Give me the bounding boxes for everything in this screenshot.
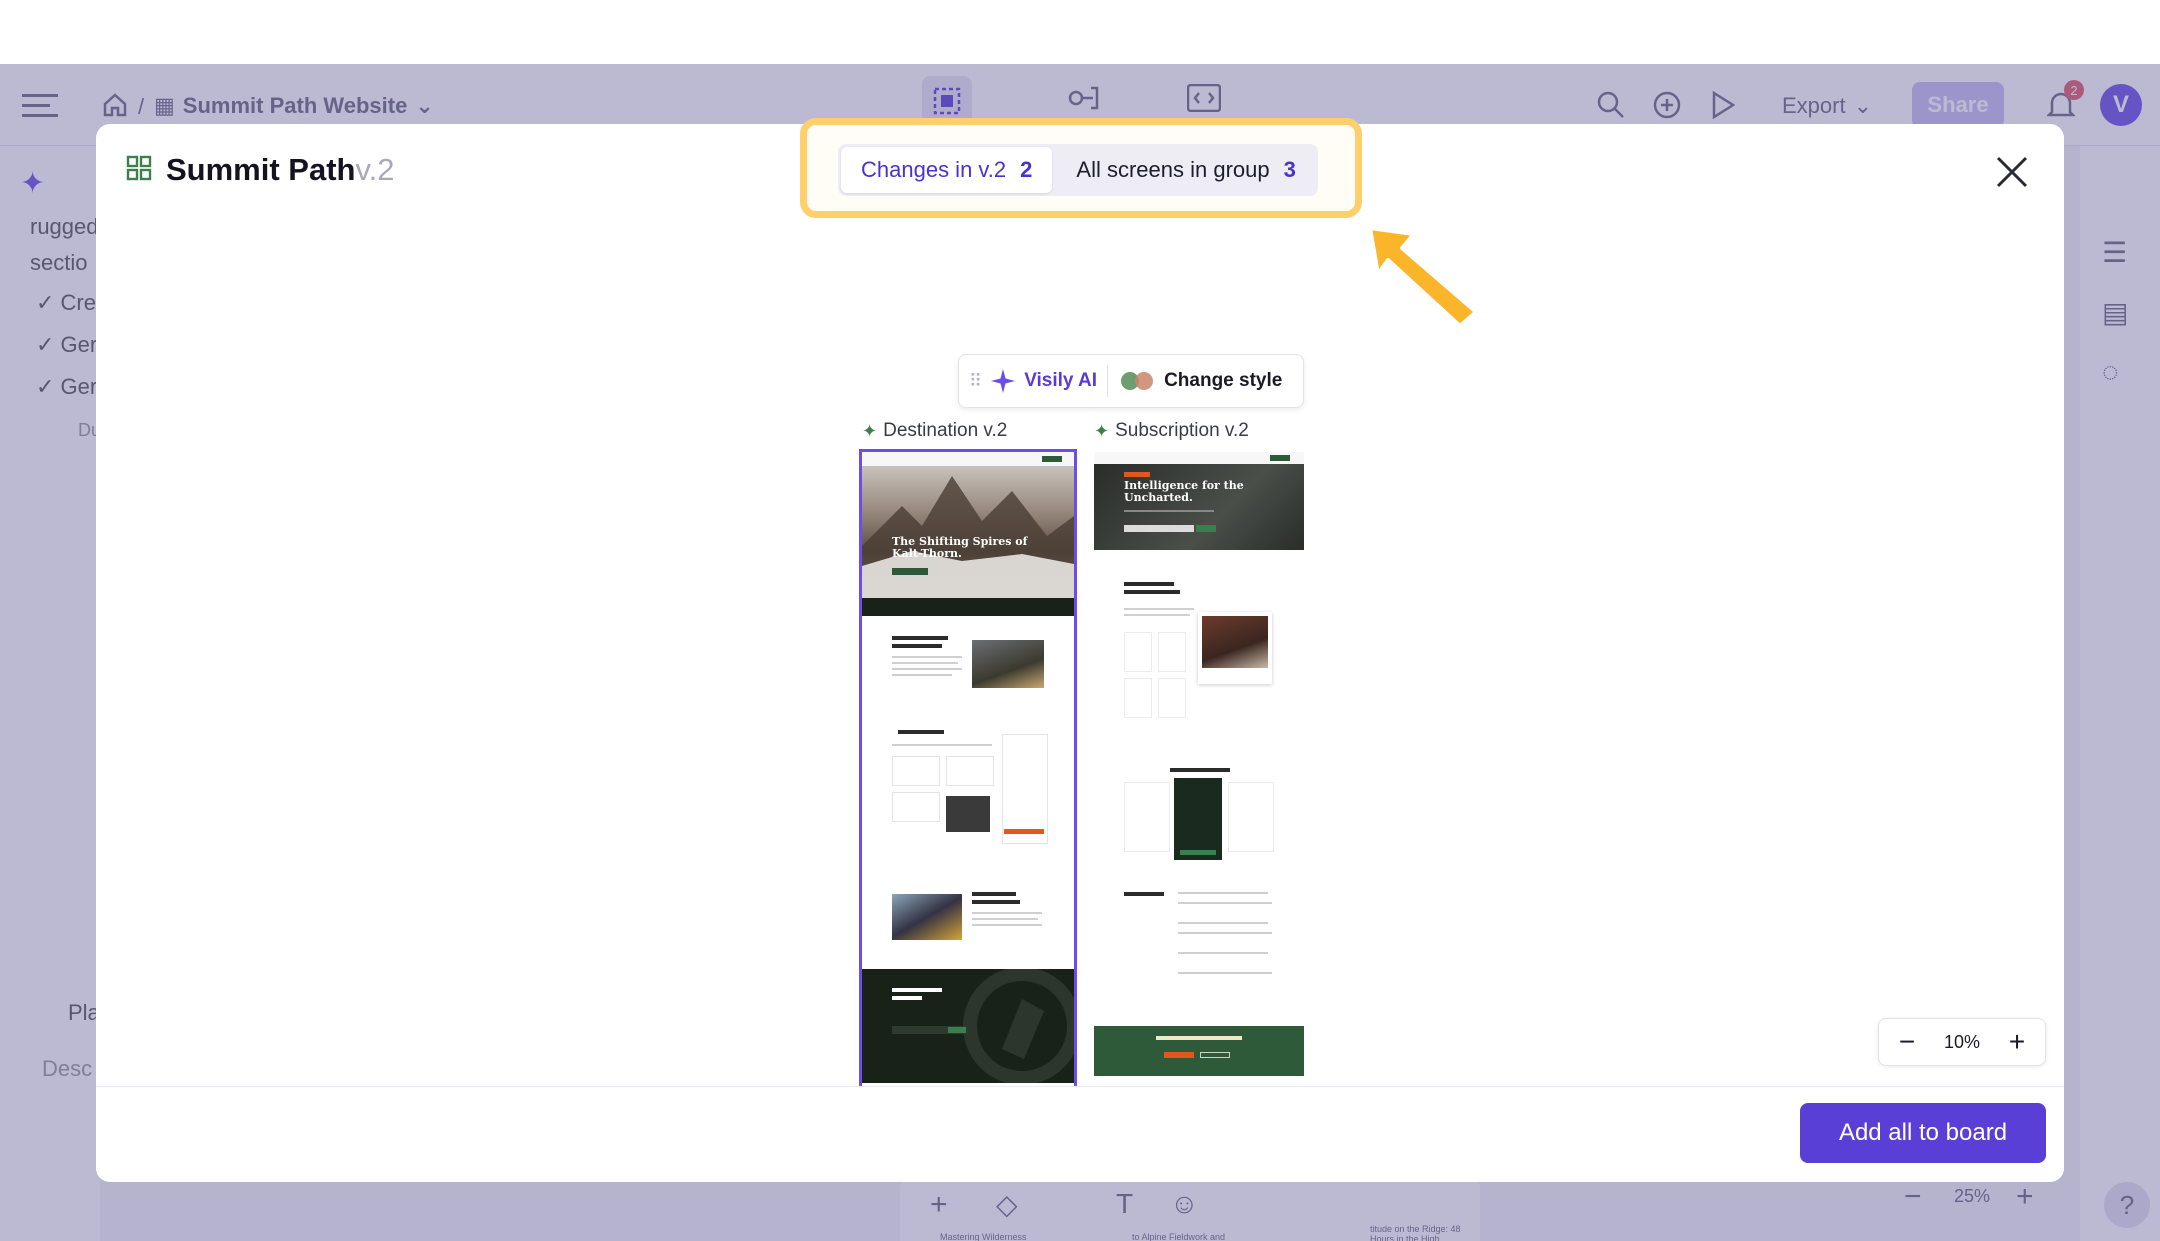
tab-all-screens-in-group[interactable]: All screens in group 3 (1056, 147, 1315, 193)
modal-title-text: Summit Path (166, 152, 356, 187)
mini-card (1124, 632, 1152, 672)
mini-cta-band (1094, 1026, 1304, 1076)
zoom-value: 10% (1943, 1031, 1981, 1052)
mini-line (1178, 892, 1268, 894)
mini-line (1124, 614, 1190, 616)
toolbar-divider (1107, 365, 1109, 397)
mini-line (1178, 902, 1272, 904)
mini-card (892, 792, 940, 822)
mini-badge (1124, 472, 1150, 477)
mini-heading (892, 644, 942, 648)
mini-image (946, 796, 990, 832)
screen: / ▦ Summit Path Website ⌄ Export ⌄ Share… (0, 0, 2160, 1241)
mini-cta (892, 568, 928, 575)
mini-line (972, 924, 1042, 926)
sparkle-icon (991, 369, 1016, 393)
mini-heading (972, 892, 1016, 896)
mini-heading (972, 900, 1020, 904)
mini-line (892, 668, 962, 670)
mini-button (1200, 1052, 1230, 1058)
mini-nav-button (1042, 456, 1062, 462)
mini-line (1178, 922, 1268, 924)
mini-line (892, 744, 992, 746)
mini-line (1124, 608, 1194, 610)
mini-button (948, 1027, 966, 1033)
version-tabs: Changes in v.2 2 All screens in group 3 (838, 144, 1318, 196)
add-all-to-board-button[interactable]: Add all to board (1800, 1103, 2046, 1163)
version-changes-modal: Summit Path v.2 ⠿ Visily AI Change style… (96, 124, 2064, 1182)
style-palette-icon (1121, 372, 1154, 390)
mini-card (1124, 678, 1152, 718)
screen-label-subscription: ✦ Subscription v.2 (1094, 420, 1249, 441)
screen-thumbnail-destination[interactable]: The Shifting Spires of Kalt-Thorn. (859, 449, 1077, 1182)
mini-button (1164, 1052, 1194, 1058)
mini-card (946, 756, 994, 786)
mini-heading (898, 730, 944, 734)
grid-icon (126, 155, 152, 186)
mini-heading (892, 996, 922, 1000)
mini-hero-title: Intelligence for the Uncharted. (1124, 479, 1244, 504)
mini-hero (862, 466, 1074, 598)
tab-count: 2 (1020, 157, 1033, 182)
mini-line (1178, 952, 1268, 954)
zoom-control: − 10% + (1878, 1018, 2046, 1066)
modal-footer: Add all to board (96, 1086, 2064, 1182)
mini-card (1158, 678, 1186, 718)
mini-input (1124, 525, 1194, 532)
mini-plan-card-featured (1174, 778, 1222, 860)
mini-image (972, 640, 1044, 688)
change-style-button[interactable]: Change style (1118, 370, 1282, 392)
mini-line (972, 912, 1042, 914)
tab-changes-in-version[interactable]: Changes in v.2 2 (841, 147, 1053, 193)
mini-card (1158, 632, 1186, 672)
zoom-out-button[interactable]: − (1893, 1028, 1921, 1056)
mini-line (892, 656, 962, 658)
mini-heading (1124, 582, 1174, 586)
modal-version: v.2 (355, 152, 395, 187)
mini-button (1196, 525, 1216, 532)
pointer-arrow-icon (1368, 226, 1478, 328)
mini-line (892, 662, 958, 664)
mini-line (1178, 972, 1272, 974)
mini-sidebar-card (1002, 734, 1048, 844)
mini-stats-bar (862, 598, 1074, 616)
mini-line (892, 674, 952, 676)
screen-label-destination: ✦ Destination v.2 (862, 420, 1008, 441)
drag-handle-icon[interactable]: ⠿ (969, 371, 982, 392)
mini-line (1124, 510, 1214, 512)
modal-title: Summit Path v.2 (126, 152, 395, 188)
mini-nav-button (1270, 455, 1290, 461)
mini-hero-title: The Shifting Spires of Kalt-Thorn. (892, 535, 1028, 560)
mini-image (1202, 616, 1268, 668)
screen-thumbnail-subscription[interactable]: Intelligence for the Uncharted. (1094, 452, 1304, 1126)
mountain-graphic (862, 476, 1074, 598)
close-icon (1996, 156, 2028, 188)
mini-heading (1124, 892, 1164, 896)
mini-line (1178, 932, 1272, 934)
mini-heading (892, 636, 948, 640)
visily-ai-button[interactable]: Visily AI (990, 368, 1097, 394)
mini-button (1180, 850, 1216, 855)
ai-toolbar: ⠿ Visily AI Change style (958, 354, 1304, 408)
mini-heading (892, 988, 942, 992)
mini-plan-card (1228, 782, 1274, 852)
mini-orange-button (1004, 829, 1044, 834)
mini-plan-card (1124, 782, 1170, 852)
mini-card (892, 756, 940, 786)
mini-heading (1170, 768, 1230, 772)
mini-image-climber (892, 894, 962, 940)
sparkle-icon: ✦ (862, 420, 878, 441)
mini-heading (1156, 1036, 1242, 1040)
mini-line (972, 918, 1038, 920)
close-button[interactable] (1990, 150, 2034, 194)
sparkle-icon: ✦ (1094, 420, 1110, 441)
mini-heading (1124, 590, 1180, 594)
zoom-in-button[interactable]: + (2003, 1028, 2031, 1056)
tab-count: 3 (1283, 157, 1296, 182)
